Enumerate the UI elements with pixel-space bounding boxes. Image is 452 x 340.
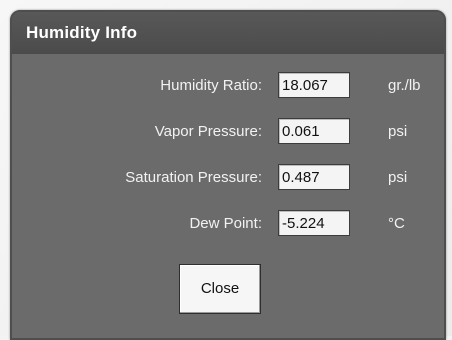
- dew-point-unit: °C: [388, 215, 405, 232]
- vapor-pressure-label: Vapor Pressure:: [154, 123, 262, 140]
- humidity-ratio-unit: gr./lb: [388, 77, 421, 94]
- humidity-ratio-field[interactable]: 18.067: [278, 72, 350, 98]
- close-button[interactable]: Close: [179, 264, 261, 314]
- dew-point-label: Dew Point:: [189, 215, 262, 232]
- humidity-ratio-label: Humidity Ratio:: [160, 77, 262, 94]
- vapor-pressure-unit: psi: [388, 123, 408, 140]
- saturation-pressure-unit: psi: [388, 169, 408, 186]
- vapor-pressure-row: Vapor Pressure: 0.061 psi: [12, 118, 444, 148]
- saturation-pressure-label: Saturation Pressure:: [125, 169, 262, 186]
- vapor-pressure-field[interactable]: 0.061: [278, 118, 350, 144]
- dew-point-row: Dew Point: -5.224 °C: [12, 210, 444, 240]
- humidity-ratio-row: Humidity Ratio: 18.067 gr./lb: [12, 72, 444, 102]
- saturation-pressure-row: Saturation Pressure: 0.487 psi: [12, 164, 444, 194]
- saturation-pressure-field[interactable]: 0.487: [278, 164, 350, 190]
- title-bar[interactable]: Humidity Info: [12, 12, 444, 54]
- humidity-info-dialog: Humidity Info Humidity Ratio: 18.067 gr.…: [10, 10, 446, 340]
- dialog-title: Humidity Info: [26, 23, 138, 42]
- dew-point-field[interactable]: -5.224: [278, 210, 350, 236]
